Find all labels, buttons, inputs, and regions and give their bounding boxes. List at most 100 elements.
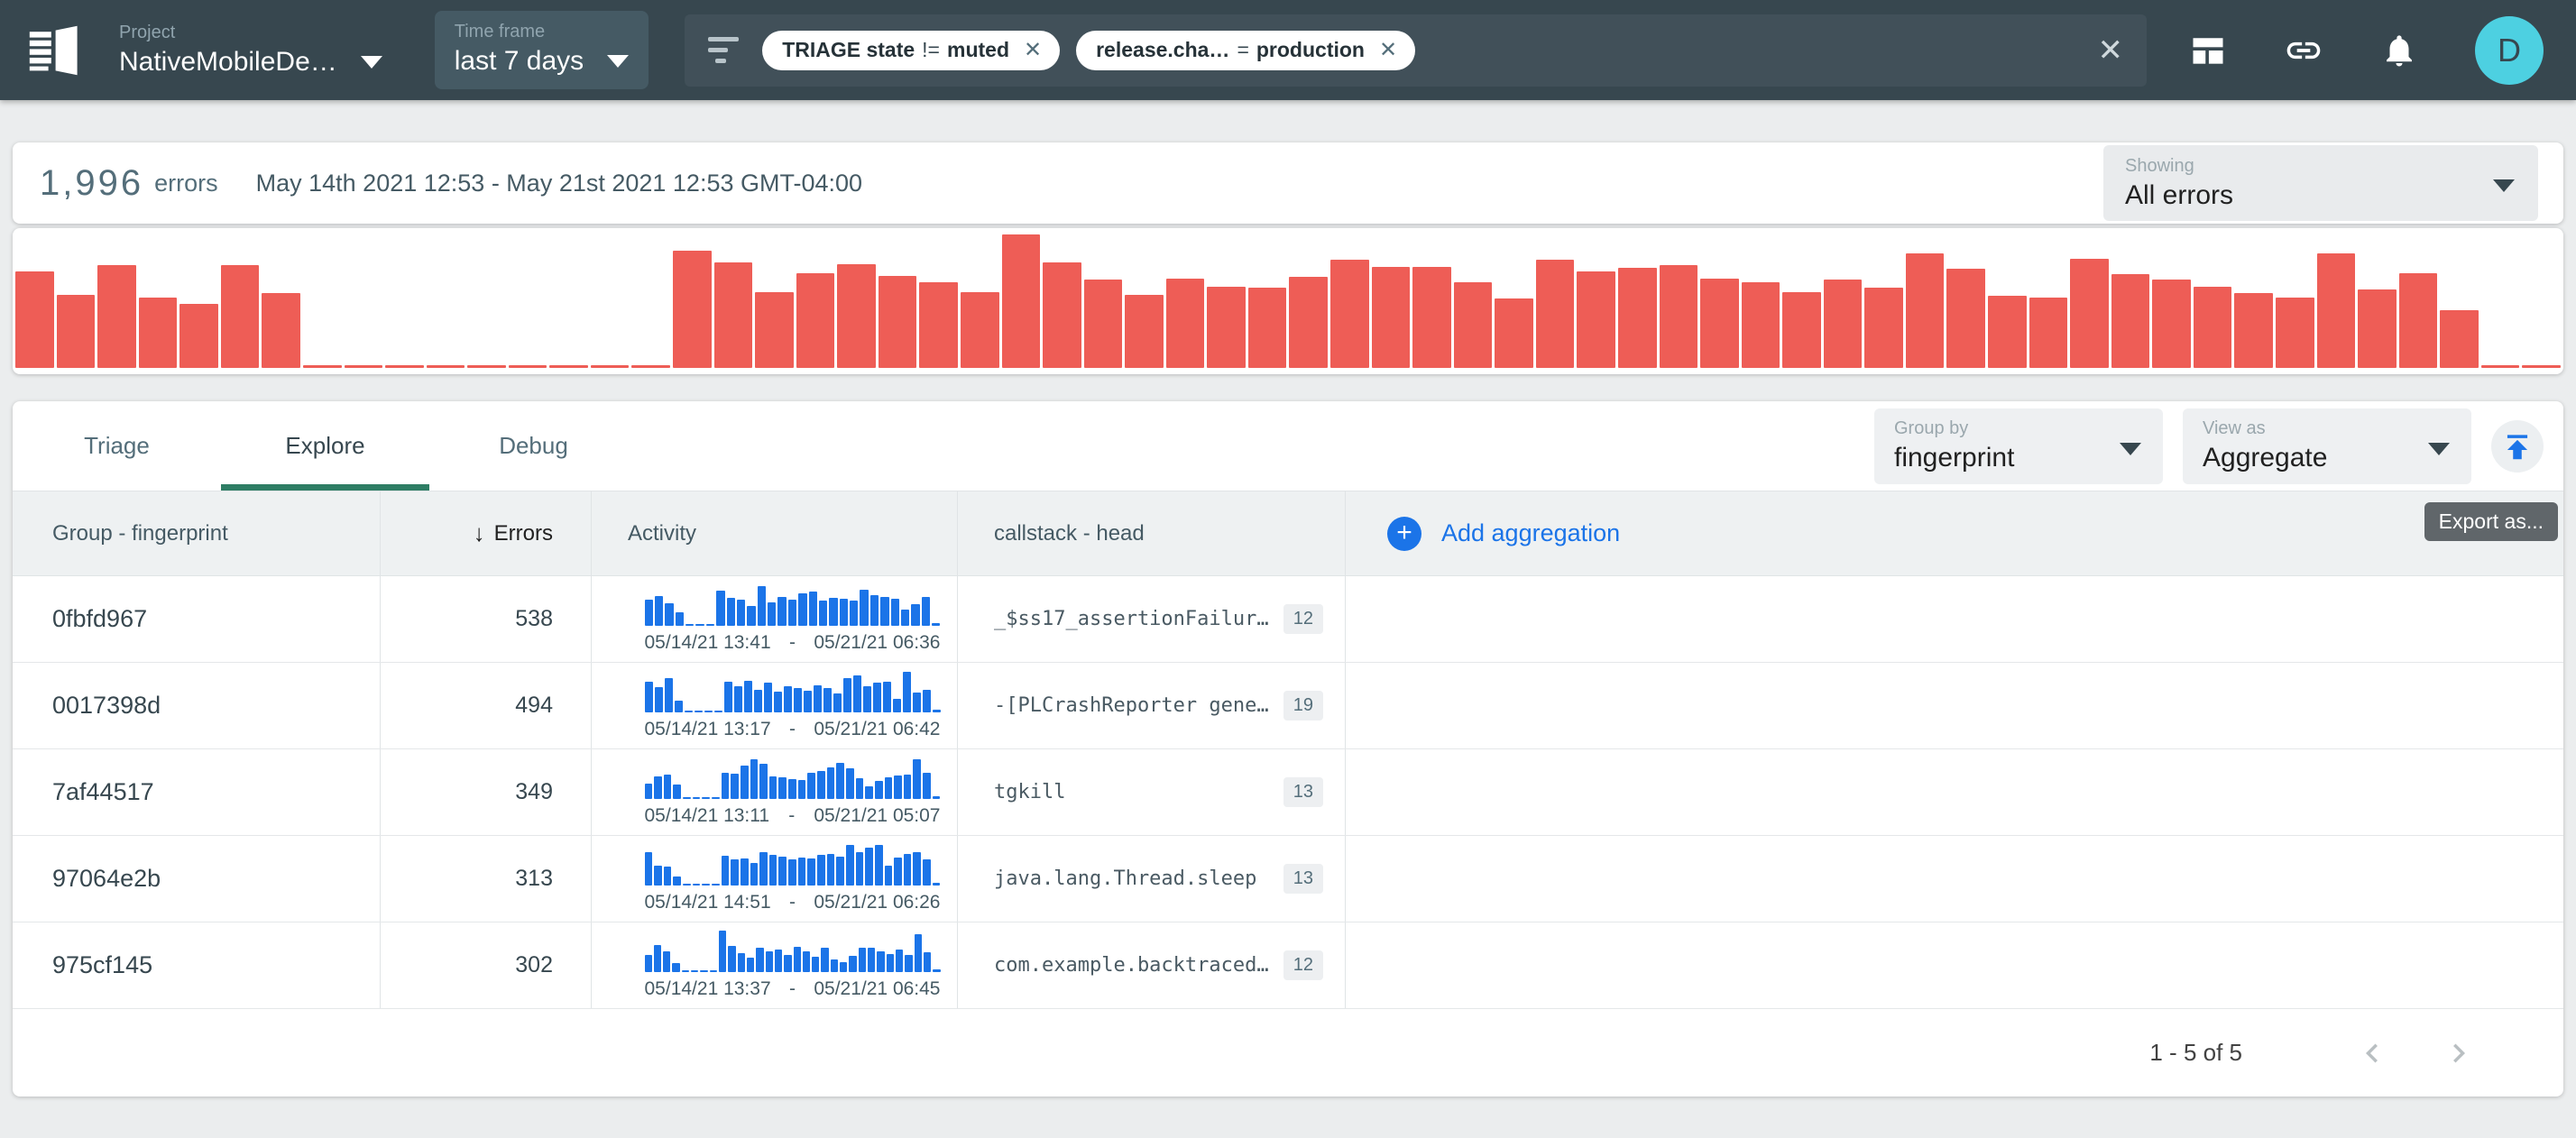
top-bar: Project NativeMobileDe… Time frame last … — [0, 0, 2576, 100]
table-row[interactable]: 0fbfd967 538 05/14/21 13:41 - 05/21/21 0… — [13, 576, 2563, 663]
histogram-bar — [714, 262, 753, 368]
remove-filter-icon[interactable]: ✕ — [1024, 37, 1042, 63]
tab-debug[interactable]: Debug — [429, 401, 638, 491]
activity-sparkline — [645, 584, 941, 626]
dashboard-icon[interactable] — [2188, 31, 2228, 70]
filter-bar[interactable]: TRIAGE state!=muted✕ release.cha…=product… — [685, 14, 2147, 87]
histogram-bar — [2399, 273, 2438, 368]
chevron-down-icon — [2120, 443, 2141, 455]
chevron-down-icon — [361, 56, 382, 69]
backtrace-logo[interactable] — [23, 20, 85, 81]
activity-sparkline — [645, 671, 941, 712]
histogram-bar — [1043, 262, 1081, 368]
fingerprint-value[interactable]: 97064e2b — [52, 865, 161, 893]
plus-circle-icon: + — [1387, 517, 1421, 551]
tab-triage[interactable]: Triage — [13, 401, 221, 491]
activity-end: 05/21/21 06:42 — [814, 719, 940, 740]
activity-start: 05/14/21 13:37 — [645, 978, 771, 1000]
avatar[interactable]: D — [2475, 16, 2544, 85]
histogram-bar — [1289, 277, 1328, 368]
activity-end: 05/21/21 05:07 — [814, 805, 940, 827]
table-body: 0fbfd967 538 05/14/21 13:41 - 05/21/21 0… — [13, 576, 2563, 1009]
histogram-bar — [879, 276, 917, 368]
tabs-row: TriageExploreDebug Group by fingerprint … — [13, 401, 2563, 491]
project-selector[interactable]: Project NativeMobileDe… — [119, 23, 382, 78]
errors-value: 313 — [515, 866, 553, 892]
histogram-bar — [1454, 282, 1493, 368]
table-row[interactable]: 97064e2b 313 05/14/21 14:51 - 05/21/21 0… — [13, 836, 2563, 922]
timeframe-value: last 7 days — [455, 46, 584, 77]
histogram-bar — [1166, 279, 1205, 368]
histogram-bar — [1248, 288, 1287, 368]
add-aggregation-button[interactable]: + Add aggregation — [1387, 517, 1620, 551]
histogram-bar — [1864, 288, 1903, 368]
callstack-count-badge: 12 — [1283, 950, 1323, 980]
callstack-head: -[PLCrashReporter gene… — [994, 694, 1269, 717]
fingerprint-value[interactable]: 0fbfd967 — [52, 605, 147, 633]
histogram-bar — [1536, 260, 1575, 368]
fingerprint-value[interactable]: 7af44517 — [52, 778, 154, 806]
activity-date-range: 05/14/21 13:37 - 05/21/21 06:45 — [645, 978, 941, 1000]
column-header-errors[interactable]: ↓ Errors — [381, 491, 592, 575]
histogram-bar — [2276, 298, 2314, 368]
view-as-selector[interactable]: View as Aggregate — [2183, 408, 2471, 484]
notifications-icon[interactable] — [2379, 31, 2419, 70]
errors-histogram[interactable] — [15, 234, 2561, 368]
activity-end: 05/21/21 06:36 — [814, 632, 940, 654]
histogram-card — [13, 228, 2563, 374]
export-button[interactable] — [2491, 420, 2544, 473]
next-page-button[interactable] — [2437, 1032, 2480, 1075]
project-value: NativeMobileDe… — [119, 47, 337, 78]
table-row[interactable]: 0017398d 494 05/14/21 13:17 - 05/21/21 0… — [13, 663, 2563, 749]
previous-page-button[interactable] — [2351, 1032, 2394, 1075]
activity-date-range: 05/14/21 14:51 - 05/21/21 06:26 — [645, 892, 941, 913]
fingerprint-value[interactable]: 975cf145 — [52, 951, 152, 979]
callstack-head: com.example.backtraced… — [994, 954, 1269, 977]
histogram-bar — [2358, 289, 2397, 368]
histogram-bar — [97, 265, 136, 368]
add-aggregation-header: + Add aggregation — [1346, 491, 2563, 575]
table-row[interactable]: 975cf145 302 05/14/21 13:37 - 05/21/21 0… — [13, 922, 2563, 1009]
group-by-selector[interactable]: Group by fingerprint — [1874, 408, 2163, 484]
histogram-bar — [1577, 271, 1615, 368]
histogram-bar — [1084, 280, 1123, 368]
histogram-bar — [1495, 298, 1533, 368]
histogram-bar — [1372, 267, 1411, 368]
error-count: 1,996 — [40, 163, 143, 204]
column-header-callstack[interactable]: callstack - head — [958, 491, 1346, 575]
activity-separator: - — [789, 719, 796, 740]
remove-filter-icon[interactable]: ✕ — [1379, 37, 1397, 63]
histogram-bar — [303, 365, 342, 368]
date-range: May 14th 2021 12:53 - May 21st 2021 12:5… — [256, 170, 862, 197]
timeframe-selector[interactable]: Time frame last 7 days — [435, 11, 649, 89]
histogram-bar — [1988, 296, 2027, 368]
callstack-count-badge: 12 — [1283, 604, 1323, 634]
histogram-bar — [262, 293, 300, 368]
showing-selector[interactable]: Showing All errors — [2103, 145, 2538, 221]
column-header-fingerprint[interactable]: Group - fingerprint — [13, 491, 381, 575]
histogram-bar — [2440, 310, 2479, 368]
histogram-bar — [345, 365, 383, 368]
view-as-label: View as — [2203, 418, 2452, 439]
histogram-bar — [1742, 282, 1780, 368]
tab-explore[interactable]: Explore — [221, 401, 429, 491]
table-row[interactable]: 7af44517 349 05/14/21 13:11 - 05/21/21 0… — [13, 749, 2563, 836]
histogram-bar — [2029, 298, 2068, 368]
group-by-label: Group by — [1894, 418, 2143, 439]
histogram-bar — [2522, 365, 2561, 368]
callstack-count-badge: 19 — [1283, 691, 1323, 720]
histogram-bar — [2234, 293, 2273, 368]
activity-separator: - — [789, 892, 796, 913]
column-header-activity[interactable]: Activity — [592, 491, 958, 575]
histogram-bar — [2152, 280, 2191, 368]
link-icon[interactable] — [2284, 31, 2323, 70]
filter-chip[interactable]: release.cha…=production✕ — [1076, 31, 1415, 70]
clear-filters-button[interactable]: ✕ — [2098, 35, 2124, 66]
fingerprint-value[interactable]: 0017398d — [52, 692, 161, 720]
histogram-bar — [2317, 253, 2356, 368]
activity-end: 05/21/21 06:45 — [814, 978, 940, 1000]
showing-label: Showing — [2125, 156, 2516, 177]
histogram-bar — [1782, 292, 1821, 368]
filter-chip[interactable]: TRIAGE state!=muted✕ — [762, 31, 1060, 70]
errors-value: 538 — [515, 606, 553, 632]
